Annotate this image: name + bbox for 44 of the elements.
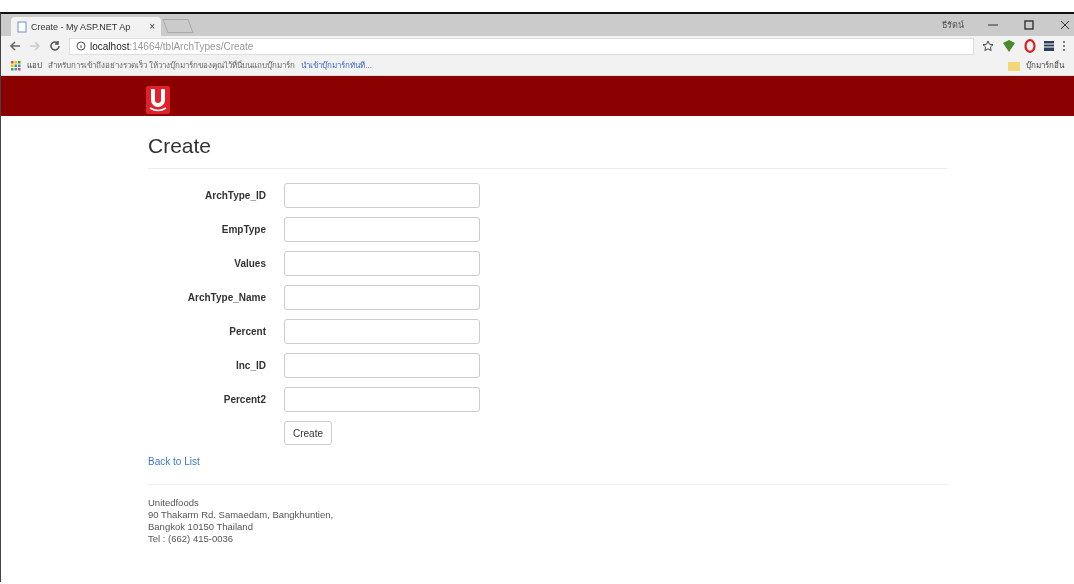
bookmarks-hint: สำหรับการเข้าถึงอย่างรวดเร็ว ให้วางบุ๊กมาร์กของคุณไว้ที่นี่บนแถบบุ๊กมาร์ก [48, 59, 296, 72]
footer-text: 90 Thakarm Rd. Samaedam, Bangkhuntien, [148, 509, 335, 521]
field-label: ArchType_Name [186, 292, 266, 303]
other-bookmarks[interactable]: บุ๊กมาร์กอื่น [1026, 59, 1064, 72]
close-tab-button[interactable]: × [149, 21, 155, 32]
url-host: localhost [90, 40, 130, 52]
input-field[interactable] [284, 217, 480, 242]
url-path: :14664/tblArchTypes/Create [129, 40, 254, 52]
input-field[interactable] [284, 387, 480, 412]
input-field[interactable] [284, 183, 480, 208]
footer-text: Tel : (662) 415-0036 [148, 533, 235, 545]
reload-icon[interactable] [49, 40, 61, 52]
menu-icon[interactable] [1062, 40, 1066, 52]
import-bookmarks-link[interactable]: นำเข้าบุ๊กมาร์กทันที... [301, 59, 372, 72]
field-label: Percent [228, 326, 266, 337]
page-icon [17, 20, 27, 33]
back-to-list-link[interactable]: Back to List [148, 456, 200, 467]
back-icon[interactable] [9, 40, 21, 52]
field-label: EmpType [220, 224, 266, 235]
extension-icon[interactable] [1002, 39, 1016, 53]
field-label: Values [233, 258, 266, 269]
user-name[interactable]: ธีรัตน์ [942, 18, 964, 32]
footer-text: Bangkok 10150 Thailand [148, 521, 254, 533]
logo-icon[interactable] [146, 86, 170, 114]
apps-icon[interactable] [11, 60, 21, 71]
star-icon[interactable] [982, 40, 994, 52]
page-title: Create [148, 134, 213, 158]
footer-text: Unitedfoods [148, 497, 200, 509]
maximize-icon[interactable] [1024, 20, 1034, 30]
input-field[interactable] [284, 353, 480, 378]
field-label: Inc_ID [235, 360, 266, 371]
apps-link[interactable]: แอป [27, 59, 42, 72]
input-field[interactable] [284, 319, 480, 344]
browser-tab[interactable]: Create - My ASP.NET Ap × [11, 17, 161, 36]
info-icon [76, 41, 86, 51]
field-label: Percent2 [222, 394, 266, 405]
input-field[interactable] [284, 285, 480, 310]
field-label: ArchType_ID [204, 190, 266, 201]
close-icon[interactable] [1060, 20, 1070, 30]
input-field[interactable] [284, 251, 480, 276]
create-button[interactable]: Create [284, 421, 332, 445]
tab-title: Create - My ASP.NET Ap [31, 21, 132, 32]
address-bar[interactable]: localhost:14664/tblArchTypes/Create [69, 37, 974, 55]
list-icon[interactable] [1044, 40, 1054, 52]
